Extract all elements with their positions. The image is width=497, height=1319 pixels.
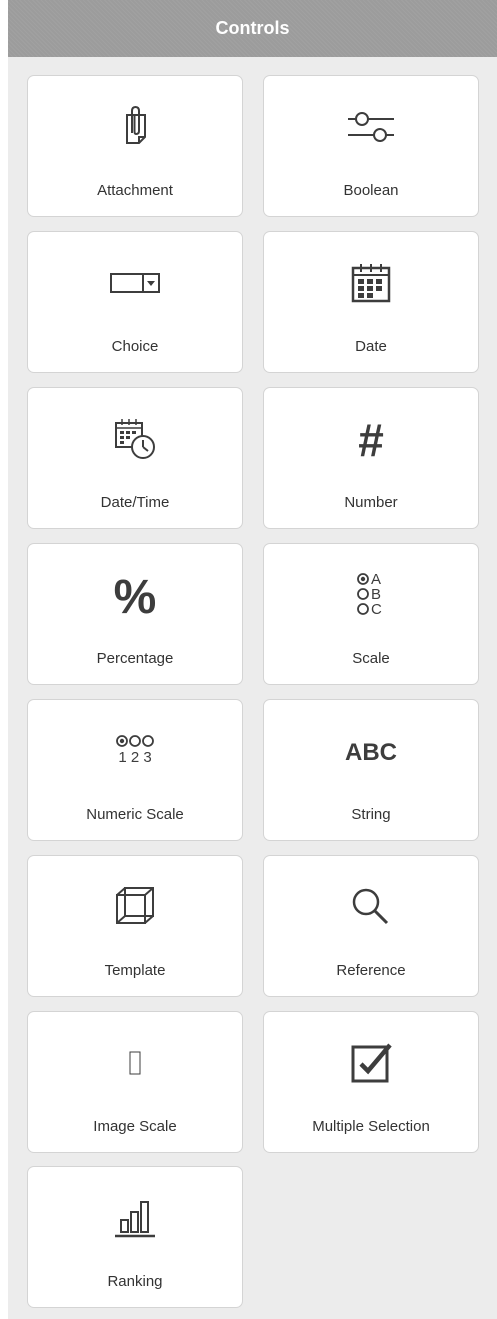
control-tile-reference[interactable]: Reference <box>263 855 479 997</box>
hash-icon: # <box>358 414 384 464</box>
control-label: Template <box>104 962 166 979</box>
control-tile-date[interactable]: Date <box>263 231 479 373</box>
control-label: Ranking <box>107 1273 163 1290</box>
control-label: Reference <box>336 962 406 979</box>
control-tile-datetime[interactable]: Date/Time <box>27 387 243 529</box>
control-label: Date <box>355 338 387 355</box>
scale-letter-c: C <box>371 601 382 618</box>
control-tile-percentage[interactable]: % Percentage <box>27 543 243 685</box>
hash-glyph: # <box>358 414 384 464</box>
control-tile-attachment[interactable]: Attachment <box>27 75 243 217</box>
panel-title: Controls <box>8 0 497 57</box>
control-tile-multiple-selection[interactable]: Multiple Selection <box>263 1011 479 1153</box>
control-tile-boolean[interactable]: Boolean <box>263 75 479 217</box>
string-glyph: ABC <box>345 739 397 766</box>
control-label: Multiple Selection <box>312 1118 430 1135</box>
radio-abc-icon: A B C <box>357 571 382 618</box>
controls-panel: Controls Attachment Boolean Choice Date … <box>8 0 497 1319</box>
calendar-icon <box>351 264 391 303</box>
control-label: Choice <box>111 338 159 355</box>
control-label: String <box>351 806 391 823</box>
dropdown-icon <box>110 273 160 293</box>
control-label: Image Scale <box>93 1118 177 1135</box>
control-tile-ranking[interactable]: Ranking <box>27 1166 243 1308</box>
abc-text-icon: ABC <box>345 739 397 766</box>
control-tile-scale[interactable]: A B C Scale <box>263 543 479 685</box>
control-tile-numeric-scale[interactable]: 1 2 3 Numeric Scale <box>27 699 243 841</box>
missing-glyph-icon <box>129 1051 141 1075</box>
numeric-scale-digits: 1 2 3 <box>118 749 151 766</box>
calendar-clock-icon <box>115 419 155 459</box>
control-tile-image-scale[interactable]: Image Scale <box>27 1011 243 1153</box>
control-label: Date/Time <box>100 494 170 511</box>
control-label: Percentage <box>96 650 174 667</box>
control-label: Number <box>344 494 398 511</box>
cube-icon <box>116 887 154 924</box>
radio-123-icon: 1 2 3 <box>116 735 154 766</box>
control-label: Numeric Scale <box>86 806 184 823</box>
control-tile-number[interactable]: # Number <box>263 387 479 529</box>
magnifier-icon <box>352 888 389 925</box>
control-tile-string[interactable]: ABC String <box>263 699 479 841</box>
control-label: Scale <box>352 650 390 667</box>
control-label: Attachment <box>97 182 173 199</box>
control-label: Boolean <box>343 182 399 199</box>
percent-glyph: % <box>114 571 157 620</box>
checkbox-checked-icon <box>351 1043 392 1083</box>
control-tile-choice[interactable]: Choice <box>27 231 243 373</box>
control-tile-template[interactable]: Template <box>27 855 243 997</box>
toggle-sliders-icon <box>348 112 394 142</box>
percent-icon: % <box>114 571 157 620</box>
bar-chart-icon <box>115 1201 155 1238</box>
paperclip-icon <box>126 105 146 144</box>
